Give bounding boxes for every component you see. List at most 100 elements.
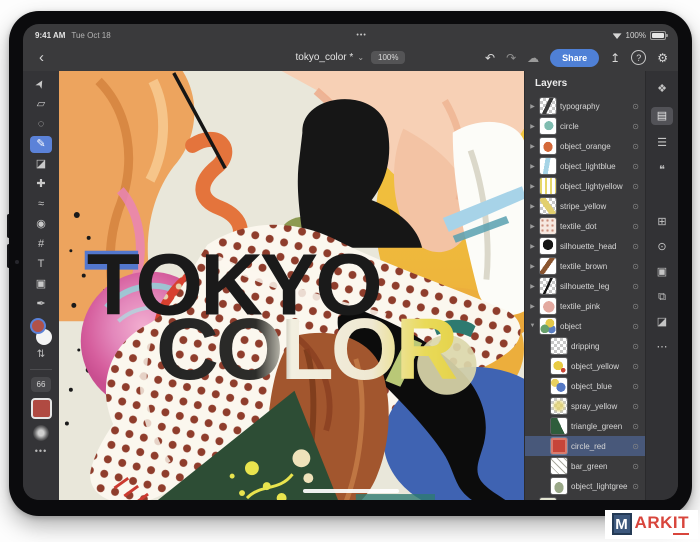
layer-row-typography[interactable]: ▶typography⊙ [525, 96, 645, 116]
layer-thumbnail[interactable] [551, 478, 567, 494]
layer-caret-icon[interactable]: ▶ [529, 103, 536, 110]
layer-visibility-toggle[interactable]: ⊙ [632, 342, 645, 351]
help-button[interactable]: ? [631, 50, 646, 65]
tool-more-button[interactable]: ••• [35, 446, 47, 456]
redo-button[interactable]: ↷ [506, 50, 516, 66]
brush-color-swatch[interactable] [31, 398, 52, 419]
layer-row-spray_yellow[interactable]: spray_yellow⊙ [525, 396, 645, 416]
crop-tool[interactable]: # [30, 236, 52, 253]
layer-thumbnail[interactable] [540, 198, 556, 214]
layer-row-silhouette_leg[interactable]: ▶silhouette_leg⊙ [525, 276, 645, 296]
layer-visibility-icon[interactable]: ⊙ [651, 238, 673, 256]
layer-thumbnail[interactable] [540, 138, 556, 154]
clear-layer-icon[interactable]: ◪ [651, 313, 673, 331]
layer-visibility-toggle[interactable]: ⊙ [632, 422, 645, 431]
layer-row-object_lightblue[interactable]: ▶object_lightblue⊙ [525, 156, 645, 176]
home-indicator[interactable] [303, 489, 399, 493]
settings-button[interactable]: ⚙ [657, 50, 668, 66]
layer-row-textile_dot[interactable]: ▶textile_dot⊙ [525, 216, 645, 236]
layer-thumbnail[interactable] [540, 318, 556, 334]
layer-visibility-toggle[interactable]: ⊙ [632, 482, 645, 491]
layer-visibility-toggle[interactable]: ⊙ [632, 282, 645, 291]
layers-panel-icon[interactable]: ▤ [651, 107, 673, 125]
layer-row-triangle_green[interactable]: triangle_green⊙ [525, 416, 645, 436]
layer-caret-icon[interactable]: ▶ [529, 283, 536, 290]
layer-visibility-toggle[interactable]: ⊙ [632, 262, 645, 271]
eraser-tool[interactable]: ◪ [30, 156, 52, 173]
transform-layer-icon[interactable]: ⧉ [651, 288, 673, 306]
layer-row-object[interactable]: ▼object⊙ [525, 316, 645, 336]
layer-thumbnail[interactable] [540, 258, 556, 274]
layer-caret-icon[interactable]: ▼ [529, 323, 536, 329]
layer-visibility-toggle[interactable]: ⊙ [632, 222, 645, 231]
layer-thumbnail[interactable] [551, 358, 567, 374]
swap-colors-button[interactable]: ⇅ [30, 348, 52, 362]
layer-visibility-toggle[interactable]: ⊙ [632, 102, 645, 111]
layer-row-dripping[interactable]: dripping⊙ [525, 336, 645, 356]
layer-row-object_orange[interactable]: ▶object_orange⊙ [525, 136, 645, 156]
layer-thumbnail[interactable] [551, 378, 567, 394]
layer-caret-icon[interactable]: ▶ [529, 223, 536, 230]
layer-thumbnail[interactable] [540, 278, 556, 294]
comments-icon[interactable]: ❝ [651, 161, 673, 179]
layer-visibility-toggle[interactable]: ⊙ [632, 362, 645, 371]
layer-thumbnail[interactable] [551, 458, 567, 474]
fill-tool[interactable]: ◉ [30, 216, 52, 233]
layer-visibility-toggle[interactable]: ⊙ [632, 202, 645, 211]
layer-row-textile_brown[interactable]: ▶textile_brown⊙ [525, 256, 645, 276]
primary-color-swatch[interactable] [30, 318, 46, 334]
add-layer-icon[interactable]: ⊞ [651, 213, 673, 231]
layer-visibility-toggle[interactable]: ⊙ [632, 302, 645, 311]
heal-tool[interactable]: ✚ [30, 176, 52, 193]
eyedropper-tool[interactable]: ✒ [30, 296, 52, 313]
layer-row-silhouette_head[interactable]: ▶silhouette_head⊙ [525, 236, 645, 256]
place-image-tool[interactable]: ▣ [30, 276, 52, 293]
layer-thumbnail[interactable] [540, 498, 556, 500]
layer-thumbnail[interactable] [551, 398, 567, 414]
layer-row-circle[interactable]: ▶circle⊙ [525, 116, 645, 136]
layer-row-textile_pink[interactable]: ▶textile_pink⊙ [525, 296, 645, 316]
layer-caret-icon[interactable]: ▶ [529, 203, 536, 210]
layer-thumbnail[interactable] [540, 218, 556, 234]
layer-thumbnail[interactable] [540, 158, 556, 174]
document-title-chevron-icon[interactable]: ⌄ [357, 53, 364, 62]
layer-thumbnail[interactable] [540, 118, 556, 134]
zoom-level-badge[interactable]: 100% [371, 51, 405, 64]
type-tool[interactable]: T [30, 256, 52, 273]
layer-thumbnail[interactable] [551, 438, 567, 454]
back-button[interactable]: ‹ [33, 48, 50, 68]
layer-visibility-toggle[interactable]: ⊙ [632, 122, 645, 131]
layer-visibility-toggle[interactable]: ⊙ [632, 182, 645, 191]
layer-thumbnail[interactable] [540, 178, 556, 194]
layer-thumbnail[interactable] [540, 98, 556, 114]
smudge-tool[interactable]: ≈ [30, 196, 52, 213]
layer-visibility-toggle[interactable]: ⊙ [632, 402, 645, 411]
color-well[interactable] [29, 318, 53, 345]
layer-row-partial[interactable] [525, 496, 645, 500]
layer-row-object_lightyellow[interactable]: ▶object_lightyellow⊙ [525, 176, 645, 196]
layer-caret-icon[interactable]: ▶ [529, 303, 536, 310]
adjustments-icon[interactable]: ☰ [651, 134, 673, 152]
layer-row-stripe_yellow[interactable]: ▶stripe_yellow⊙ [525, 196, 645, 216]
layer-caret-icon[interactable]: ▶ [529, 163, 536, 170]
artwork-canvas[interactable]: TOKYO COLOR [59, 71, 524, 500]
layer-row-object_yellow[interactable]: object_yellow⊙ [525, 356, 645, 376]
brush-softness-preview[interactable] [33, 425, 49, 441]
layer-thumbnail[interactable] [540, 238, 556, 254]
share-button[interactable]: Share [550, 49, 599, 67]
layer-thumbnail[interactable] [540, 298, 556, 314]
layer-row-bar_green[interactable]: bar_green⊙ [525, 456, 645, 476]
brush-size-badge[interactable]: 66 [31, 377, 51, 392]
transform-tool[interactable]: ▱ [30, 96, 52, 113]
layer-caret-icon[interactable]: ▶ [529, 123, 536, 130]
layer-caret-icon[interactable]: ▶ [529, 143, 536, 150]
layer-thumbnail[interactable] [551, 418, 567, 434]
layer-caret-icon[interactable]: ▶ [529, 243, 536, 250]
layer-thumbnail[interactable] [551, 338, 567, 354]
layer-visibility-toggle[interactable]: ⊙ [632, 322, 645, 331]
export-button[interactable]: ↥ [610, 50, 620, 66]
layer-caret-icon[interactable]: ▶ [529, 263, 536, 270]
layer-visibility-toggle[interactable]: ⊙ [632, 462, 645, 471]
undo-button[interactable]: ↶ [485, 50, 495, 66]
layer-visibility-toggle[interactable]: ⊙ [632, 382, 645, 391]
